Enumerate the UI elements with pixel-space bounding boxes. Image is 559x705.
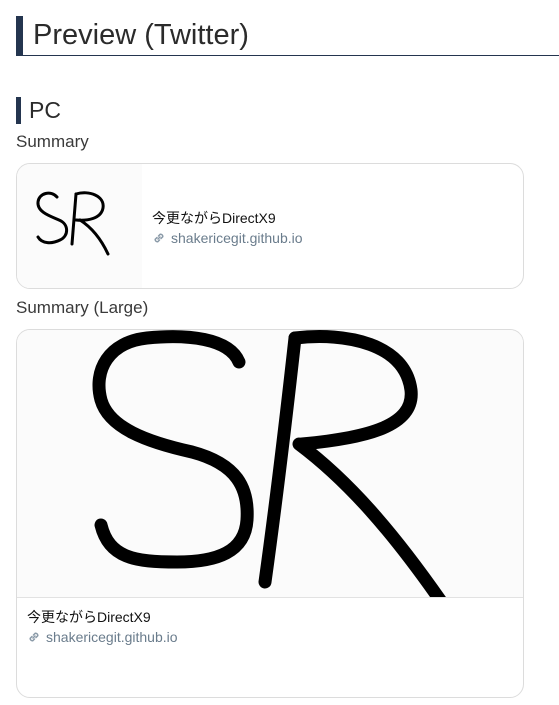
summary-large-card-title: 今更ながらDirectX9 [27,609,151,625]
summary-large-label: Summary (Large) [16,298,149,317]
summary-card-domain[interactable]: shakericegit.github.io [152,229,303,247]
page-heading: Preview (Twitter) [16,16,559,56]
sr-logo-large-image [92,330,446,597]
page-title: Preview (Twitter) [33,19,249,51]
summary-large-card-domain-text: shakericegit.github.io [46,629,178,645]
summary-large-card-domain[interactable]: shakericegit.github.io [27,628,178,646]
summary-card[interactable]: 今更ながらDirectX9 shakericegit.github.io [16,163,524,289]
summary-card-domain-text: shakericegit.github.io [171,230,303,246]
summary-card-thumbnail [17,164,142,288]
section-title: PC [29,97,61,123]
sr-logo-image [36,191,110,256]
summary-card-title: 今更ながらDirectX9 [152,210,276,226]
summary-large-card-image [17,330,523,598]
link-icon [29,632,39,642]
section-heading: PC [16,97,61,124]
summary-label: Summary [16,132,89,151]
link-icon [154,233,164,243]
summary-large-card[interactable]: 今更ながらDirectX9 shakericegit.github.io [16,329,524,698]
